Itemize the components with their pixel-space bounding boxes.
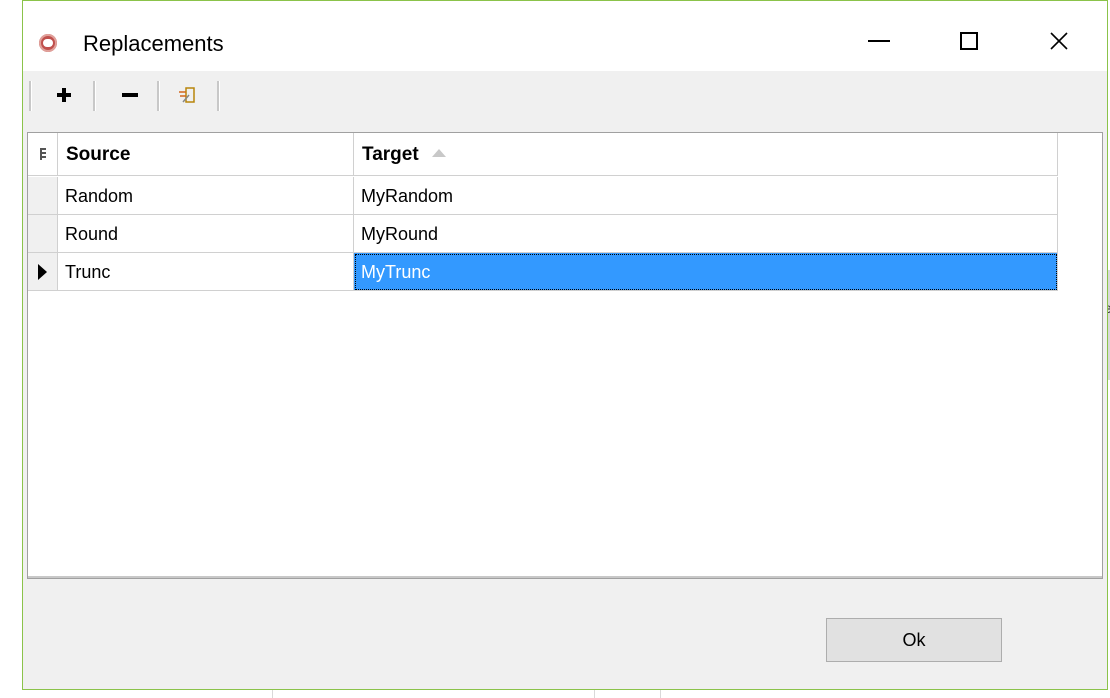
toolbar-separator (217, 81, 220, 111)
minimize-button[interactable] (849, 19, 909, 63)
ok-button[interactable]: Ok (826, 618, 1002, 662)
cx-app-icon (39, 34, 57, 52)
row-indicator[interactable] (28, 177, 58, 215)
replacements-grid[interactable]: Source Target Random MyRandom Round MyRo… (27, 132, 1103, 579)
column-chooser-button[interactable] (28, 133, 58, 176)
table-row[interactable]: Round MyRound (28, 215, 1080, 253)
window-title: Replacements (83, 31, 224, 56)
maximize-icon (960, 32, 978, 50)
sort-ascending-icon (431, 148, 446, 157)
toolbar-separator (29, 81, 32, 111)
edit-row-button[interactable] (173, 79, 203, 111)
row-indicator[interactable] (28, 253, 58, 291)
grid-header: Source Target (28, 133, 1102, 177)
source-cell[interactable]: Round (58, 215, 354, 253)
background-divider (594, 690, 595, 698)
table-row[interactable]: Random MyRandom (28, 177, 1080, 215)
source-cell[interactable]: Trunc (58, 253, 354, 291)
current-row-icon (38, 263, 47, 280)
remove-row-button[interactable] (115, 79, 145, 111)
row-indicator[interactable] (28, 215, 58, 253)
toolbar-separator (157, 81, 160, 111)
minus-icon (122, 93, 138, 97)
column-header-label: Source (66, 144, 131, 165)
maximize-button[interactable] (939, 19, 999, 63)
source-cell[interactable]: Random (58, 177, 354, 215)
background-divider (272, 690, 273, 698)
edit-icon (179, 87, 195, 103)
column-header-label: Target (362, 144, 419, 165)
column-header-source[interactable]: Source (58, 133, 354, 176)
target-cell[interactable]: MyRandom (354, 177, 1058, 215)
close-button[interactable] (1029, 19, 1089, 63)
add-row-button[interactable] (49, 79, 79, 111)
target-cell-selected[interactable]: MyTrunc (354, 253, 1058, 291)
table-row-current[interactable]: Trunc MyTrunc (28, 253, 1080, 291)
plus-icon (57, 88, 71, 102)
toolbar (23, 71, 1107, 121)
column-header-target[interactable]: Target (354, 133, 1058, 176)
grid-bottom-edge (28, 576, 1102, 578)
column-menu-icon (39, 148, 46, 160)
toolbar-separator (93, 81, 96, 111)
minimize-icon (868, 40, 890, 42)
background-divider (660, 690, 661, 698)
replacements-dialog: Replacements Source Target Random MyRand… (22, 0, 1108, 690)
close-icon (1050, 32, 1068, 50)
target-cell[interactable]: MyRound (354, 215, 1058, 253)
